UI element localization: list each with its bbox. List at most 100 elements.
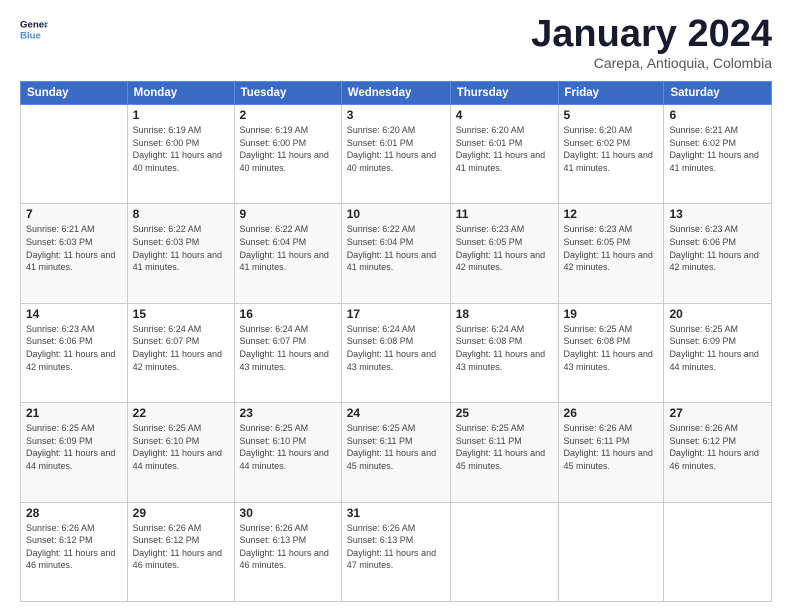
day-info: Sunrise: 6:19 AMSunset: 6:00 PMDaylight:… (240, 124, 336, 174)
day-info: Sunrise: 6:24 AMSunset: 6:07 PMDaylight:… (240, 323, 336, 373)
day-number: 31 (347, 506, 445, 520)
day-number: 15 (133, 307, 229, 321)
day-number: 22 (133, 406, 229, 420)
day-info: Sunrise: 6:21 AMSunset: 6:02 PMDaylight:… (669, 124, 766, 174)
day-cell: 19Sunrise: 6:25 AMSunset: 6:08 PMDayligh… (558, 303, 664, 402)
day-cell: 31 Sunrise: 6:26 AMSunset: 6:13 PMDayligh… (341, 502, 450, 601)
day-number: 18 (456, 307, 553, 321)
day-info: Sunrise: 6:25 AMSunset: 6:10 PMDaylight:… (240, 422, 336, 472)
day-cell: 22 Sunrise: 6:25 AMSunset: 6:10 PMDayligh… (127, 403, 234, 502)
day-cell: 21 Sunrise: 6:25 AMSunset: 6:09 PMDayligh… (21, 403, 128, 502)
day-number: 11 (456, 207, 553, 221)
svg-text:General: General (20, 19, 48, 30)
day-info: Sunrise: 6:26 AMSunset: 6:13 PMDaylight:… (347, 522, 445, 572)
subtitle: Carepa, Antioquia, Colombia (531, 55, 772, 71)
day-info: Sunrise: 6:26 AMSunset: 6:12 PMDaylight:… (669, 422, 766, 472)
day-cell: 28Sunrise: 6:26 AMSunset: 6:12 PMDayligh… (21, 502, 128, 601)
day-cell: 11 Sunrise: 6:23 AMSunset: 6:05 PMDayligh… (450, 204, 558, 303)
day-number: 6 (669, 108, 766, 122)
title-block: January 2024 Carepa, Antioquia, Colombia (531, 15, 772, 71)
day-info: Sunrise: 6:26 AMSunset: 6:11 PMDaylight:… (564, 422, 659, 472)
day-info: Sunrise: 6:19 AMSunset: 6:00 PMDaylight:… (133, 124, 229, 174)
day-number: 29 (133, 506, 229, 520)
day-cell (664, 502, 772, 601)
day-number: 20 (669, 307, 766, 321)
day-cell: 5 Sunrise: 6:20 AMSunset: 6:02 PMDaylight… (558, 105, 664, 204)
col-header-wednesday: Wednesday (341, 82, 450, 105)
day-cell: 10Sunrise: 6:22 AMSunset: 6:04 PMDayligh… (341, 204, 450, 303)
week-row-1: 1 Sunrise: 6:19 AMSunset: 6:00 PMDaylight… (21, 105, 772, 204)
day-number: 21 (26, 406, 122, 420)
day-cell: 15 Sunrise: 6:24 AMSunset: 6:07 PMDayligh… (127, 303, 234, 402)
day-number: 5 (564, 108, 659, 122)
calendar-table: SundayMondayTuesdayWednesdayThursdayFrid… (20, 81, 772, 602)
svg-text:Blue: Blue (20, 31, 41, 42)
day-info: Sunrise: 6:22 AMSunset: 6:04 PMDaylight:… (347, 223, 445, 273)
day-number: 17 (347, 307, 445, 321)
day-info: Sunrise: 6:25 AMSunset: 6:10 PMDaylight:… (133, 422, 229, 472)
col-header-monday: Monday (127, 82, 234, 105)
day-info: Sunrise: 6:22 AMSunset: 6:03 PMDaylight:… (133, 223, 229, 273)
day-info: Sunrise: 6:25 AMSunset: 6:09 PMDaylight:… (26, 422, 122, 472)
day-cell: 27 Sunrise: 6:26 AMSunset: 6:12 PMDayligh… (664, 403, 772, 502)
day-number: 27 (669, 406, 766, 420)
day-info: Sunrise: 6:20 AMSunset: 6:02 PMDaylight:… (564, 124, 659, 174)
day-cell: 14 Sunrise: 6:23 AMSunset: 6:06 PMDayligh… (21, 303, 128, 402)
day-number: 24 (347, 406, 445, 420)
header: General Blue January 2024 Carepa, Antioq… (20, 15, 772, 71)
week-row-5: 28Sunrise: 6:26 AMSunset: 6:12 PMDayligh… (21, 502, 772, 601)
col-header-tuesday: Tuesday (234, 82, 341, 105)
col-header-friday: Friday (558, 82, 664, 105)
day-cell: 17 Sunrise: 6:24 AMSunset: 6:08 PMDayligh… (341, 303, 450, 402)
day-cell: 16Sunrise: 6:24 AMSunset: 6:07 PMDayligh… (234, 303, 341, 402)
day-number: 12 (564, 207, 659, 221)
day-number: 14 (26, 307, 122, 321)
day-cell: 20 Sunrise: 6:25 AMSunset: 6:09 PMDayligh… (664, 303, 772, 402)
day-number: 1 (133, 108, 229, 122)
logo: General Blue (20, 15, 48, 43)
day-cell (21, 105, 128, 204)
day-cell: 6 Sunrise: 6:21 AMSunset: 6:02 PMDaylight… (664, 105, 772, 204)
day-info: Sunrise: 6:26 AMSunset: 6:12 PMDaylight:… (26, 522, 122, 572)
day-number: 8 (133, 207, 229, 221)
day-cell: 3Sunrise: 6:20 AMSunset: 6:01 PMDaylight… (341, 105, 450, 204)
day-number: 3 (347, 108, 445, 122)
day-cell: 25 Sunrise: 6:25 AMSunset: 6:11 PMDayligh… (450, 403, 558, 502)
day-cell: 12 Sunrise: 6:23 AMSunset: 6:05 PMDayligh… (558, 204, 664, 303)
page: General Blue January 2024 Carepa, Antioq… (0, 0, 792, 612)
day-number: 26 (564, 406, 659, 420)
day-info: Sunrise: 6:23 AMSunset: 6:06 PMDaylight:… (26, 323, 122, 373)
day-info: Sunrise: 6:25 AMSunset: 6:09 PMDaylight:… (669, 323, 766, 373)
day-number: 9 (240, 207, 336, 221)
day-info: Sunrise: 6:21 AMSunset: 6:03 PMDaylight:… (26, 223, 122, 273)
day-number: 4 (456, 108, 553, 122)
week-row-4: 21 Sunrise: 6:25 AMSunset: 6:09 PMDayligh… (21, 403, 772, 502)
day-cell: 4 Sunrise: 6:20 AMSunset: 6:01 PMDaylight… (450, 105, 558, 204)
week-row-2: 7 Sunrise: 6:21 AMSunset: 6:03 PMDaylight… (21, 204, 772, 303)
day-cell: 13 Sunrise: 6:23 AMSunset: 6:06 PMDayligh… (664, 204, 772, 303)
day-number: 25 (456, 406, 553, 420)
day-cell (558, 502, 664, 601)
day-info: Sunrise: 6:20 AMSunset: 6:01 PMDaylight:… (456, 124, 553, 174)
day-cell: 2Sunrise: 6:19 AMSunset: 6:00 PMDaylight… (234, 105, 341, 204)
day-cell: 26 Sunrise: 6:26 AMSunset: 6:11 PMDayligh… (558, 403, 664, 502)
day-info: Sunrise: 6:25 AMSunset: 6:11 PMDaylight:… (347, 422, 445, 472)
day-info: Sunrise: 6:25 AMSunset: 6:11 PMDaylight:… (456, 422, 553, 472)
day-info: Sunrise: 6:23 AMSunset: 6:05 PMDaylight:… (456, 223, 553, 273)
logo-icon: General Blue (20, 15, 48, 43)
day-number: 7 (26, 207, 122, 221)
day-number: 19 (564, 307, 659, 321)
day-cell: 9Sunrise: 6:22 AMSunset: 6:04 PMDaylight… (234, 204, 341, 303)
month-title: January 2024 (531, 15, 772, 53)
day-number: 13 (669, 207, 766, 221)
day-info: Sunrise: 6:24 AMSunset: 6:07 PMDaylight:… (133, 323, 229, 373)
col-header-thursday: Thursday (450, 82, 558, 105)
day-info: Sunrise: 6:24 AMSunset: 6:08 PMDaylight:… (347, 323, 445, 373)
day-info: Sunrise: 6:26 AMSunset: 6:12 PMDaylight:… (133, 522, 229, 572)
day-cell: 8 Sunrise: 6:22 AMSunset: 6:03 PMDaylight… (127, 204, 234, 303)
day-info: Sunrise: 6:23 AMSunset: 6:05 PMDaylight:… (564, 223, 659, 273)
col-header-sunday: Sunday (21, 82, 128, 105)
day-info: Sunrise: 6:26 AMSunset: 6:13 PMDaylight:… (240, 522, 336, 572)
day-cell: 29 Sunrise: 6:26 AMSunset: 6:12 PMDayligh… (127, 502, 234, 601)
day-info: Sunrise: 6:23 AMSunset: 6:06 PMDaylight:… (669, 223, 766, 273)
